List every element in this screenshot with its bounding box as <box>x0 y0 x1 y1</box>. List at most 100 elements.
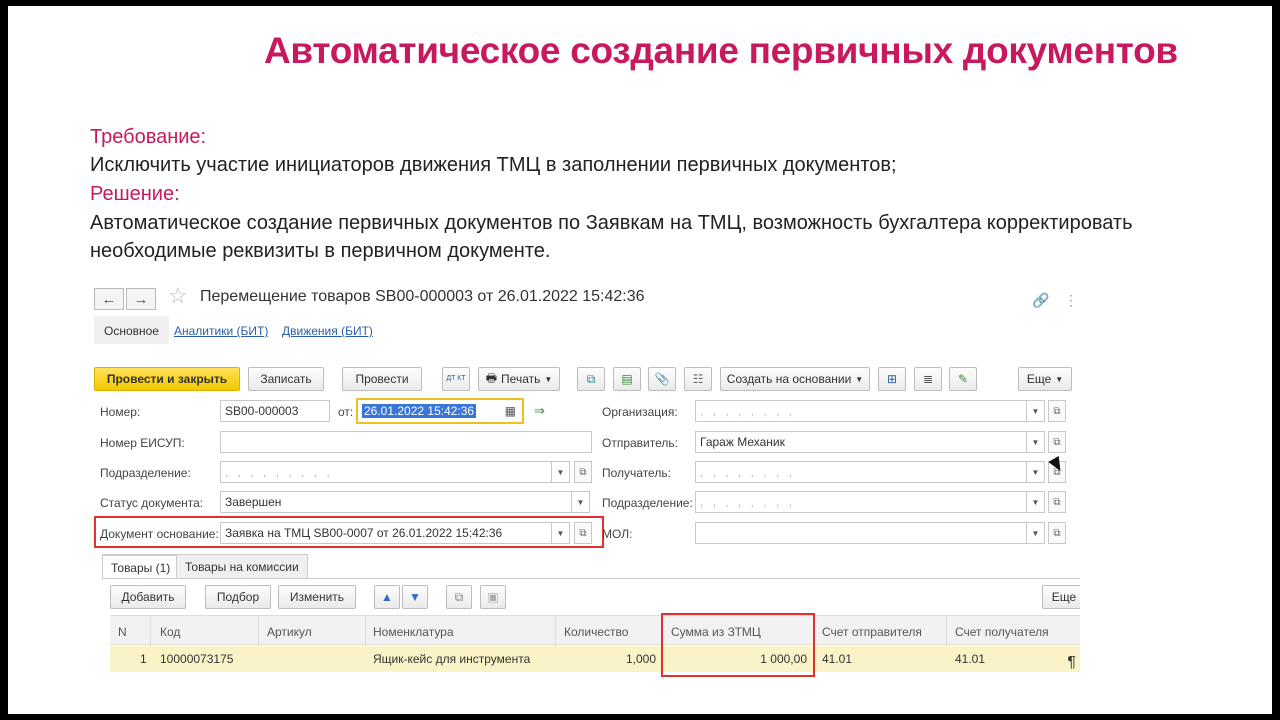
subdivision-dropdown[interactable]: ▼ <box>552 461 570 483</box>
col-receiver-account[interactable]: Счет получателя <box>955 625 1049 639</box>
structure-button[interactable]: ⧉ <box>577 367 605 391</box>
solution-text-line-2: необходимые реквизиты в первичном докуме… <box>90 240 551 262</box>
base-document-dropdown[interactable]: ▼ <box>552 522 570 544</box>
favorite-star-icon[interactable]: ☆ <box>168 283 188 309</box>
date-from-label: от: <box>338 405 354 419</box>
date-field[interactable]: 26.01.2022 15:42:36 ▦ <box>356 398 524 424</box>
cell-code: 10000073175 <box>160 652 234 666</box>
tab-goods-on-commission[interactable]: Товары на комиссии <box>176 554 308 578</box>
move-down-button[interactable]: ▼ <box>402 585 428 609</box>
form-title: Перемещение товаров SB00-000003 от 26.01… <box>200 288 645 305</box>
report-button[interactable]: ▤ <box>613 367 641 391</box>
link-icon[interactable]: 🔗 <box>1032 292 1049 309</box>
open-icon: ⧉ <box>1053 436 1061 448</box>
col-nomenclature[interactable]: Номенклатура <box>373 625 454 639</box>
open-icon: ⧉ <box>1053 496 1061 508</box>
chevron-down-icon: ▼ <box>1031 437 1040 447</box>
hierarchy-icon: ☷ <box>692 372 704 386</box>
subdivision2-dropdown[interactable]: ▼ <box>1027 491 1045 513</box>
table-row[interactable]: 1 10000073175 Ящик-кейс для инструмента … <box>110 646 1080 672</box>
sender-dropdown[interactable]: ▼ <box>1027 431 1045 453</box>
table-more-button[interactable]: Еще <box>1042 585 1080 609</box>
more-options-icon[interactable]: ⋮ <box>1064 292 1078 309</box>
pick-button[interactable]: Подбор <box>205 585 271 609</box>
post-and-close-button[interactable]: Провести и закрыть <box>94 367 240 391</box>
organization-dropdown[interactable]: ▼ <box>1027 400 1045 422</box>
subdivision-open-button[interactable]: ⧉ <box>574 461 592 483</box>
chevron-down-icon: ▼ <box>556 528 565 538</box>
tab-goods[interactable]: Товары (1) <box>102 554 180 578</box>
tab-movements-bit[interactable]: Движения (БИТ) <box>282 324 373 338</box>
base-document-open-button[interactable]: ⧉ <box>574 522 592 544</box>
number-field[interactable]: SB00-000003 <box>220 400 330 422</box>
subdivision2-open-button[interactable]: ⧉ <box>1048 491 1066 513</box>
subdivision-field[interactable]: , , , , , , , , , <box>220 461 552 483</box>
arrow-right-icon: → <box>133 290 149 308</box>
table-header: N Код Артикул Номенклатура Количество Су… <box>110 615 1080 646</box>
paste-icon: ▣ <box>487 590 499 604</box>
base-document-label: Документ основание: <box>100 527 219 541</box>
mol-label: МОЛ: <box>602 527 633 541</box>
cell-sender-account: 41.01 <box>822 652 853 666</box>
open-icon: ⧉ <box>579 466 587 478</box>
back-button[interactable]: ← <box>94 288 124 310</box>
create-based-on-button[interactable]: Создать на основании ▼ <box>720 367 870 391</box>
sign-button[interactable]: ✎ <box>949 367 977 391</box>
tab-main[interactable]: Основное <box>94 316 169 344</box>
mol-dropdown[interactable]: ▼ <box>1027 522 1045 544</box>
eisup-number-label: Номер ЕИСУП: <box>100 436 185 450</box>
col-code[interactable]: Код <box>160 625 180 639</box>
chevron-down-icon: ▼ <box>576 497 585 507</box>
mol-field[interactable] <box>695 522 1027 544</box>
sender-label: Отправитель: <box>602 436 678 450</box>
print-button[interactable]: 🖶 Печать ▼ <box>478 367 560 391</box>
paste-button[interactable]: ▣ <box>480 585 506 609</box>
organization-field[interactable]: , , , , , , , , <box>695 400 1027 422</box>
chevron-down-icon: ▼ <box>1055 374 1064 384</box>
related-docs-button[interactable]: ⊞ <box>878 367 906 391</box>
sum-column-highlight <box>661 613 815 677</box>
arrow-up-icon: ▲ <box>381 590 393 604</box>
organization-label: Организация: <box>602 405 678 419</box>
receiver-label: Получатель: <box>602 466 671 480</box>
cell-receiver-account: 41.01 <box>955 652 986 666</box>
post-button[interactable]: Провести <box>342 367 422 391</box>
cell-n: 1 <box>140 652 147 666</box>
save-button[interactable]: Записать <box>248 367 324 391</box>
sender-field[interactable]: Гараж Механик <box>695 431 1027 453</box>
hierarchy-button[interactable]: ☷ <box>684 367 712 391</box>
receiver-dropdown[interactable]: ▼ <box>1027 461 1045 483</box>
move-up-button[interactable]: ▲ <box>374 585 400 609</box>
eisup-number-field[interactable] <box>220 431 592 453</box>
related-docs-icon: ⊞ <box>886 372 898 386</box>
col-sender-account[interactable]: Счет отправителя <box>822 625 922 639</box>
status-field[interactable]: Завершен <box>220 491 572 513</box>
change-button[interactable]: Изменить <box>278 585 356 609</box>
receiver-field[interactable]: , , , , , , , , <box>695 461 1027 483</box>
open-date-icon[interactable]: ⇒ <box>534 403 545 419</box>
sender-open-button[interactable]: ⧉ <box>1048 431 1066 453</box>
col-quantity[interactable]: Количество <box>564 625 628 639</box>
subdivision2-field[interactable]: , , , , , , , , <box>695 491 1027 513</box>
chevron-down-icon: ▼ <box>1031 467 1040 477</box>
attach-button[interactable]: 📎 <box>648 367 676 391</box>
base-document-field[interactable]: Заявка на ТМЦ SB00-0007 от 26.01.2022 15… <box>220 522 552 544</box>
more-button[interactable]: Еще ▼ <box>1018 367 1072 391</box>
arrow-left-icon: ← <box>101 290 117 308</box>
col-n[interactable]: N <box>118 625 127 639</box>
dt-kt-button[interactable]: ДТ КТ <box>442 367 470 391</box>
status-dropdown[interactable]: ▼ <box>572 491 590 513</box>
copy-button[interactable]: ⧉ <box>446 585 472 609</box>
forward-button[interactable]: → <box>126 288 156 310</box>
tab-analytics-bit[interactable]: Аналитики (БИТ) <box>174 324 268 338</box>
subdivision-label: Подразделение: <box>100 466 191 480</box>
document-form-window: ← → ☆ Перемещение товаров SB00-000003 от… <box>80 278 1080 678</box>
open-icon: ⧉ <box>579 527 587 539</box>
organization-open-button[interactable]: ⧉ <box>1048 400 1066 422</box>
list-button[interactable]: ≣ <box>914 367 942 391</box>
status-label: Статус документа: <box>100 496 204 510</box>
mol-open-button[interactable]: ⧉ <box>1048 522 1066 544</box>
open-icon: ⧉ <box>1053 405 1061 417</box>
col-article[interactable]: Артикул <box>267 625 312 639</box>
add-row-button[interactable]: Добавить <box>110 585 186 609</box>
